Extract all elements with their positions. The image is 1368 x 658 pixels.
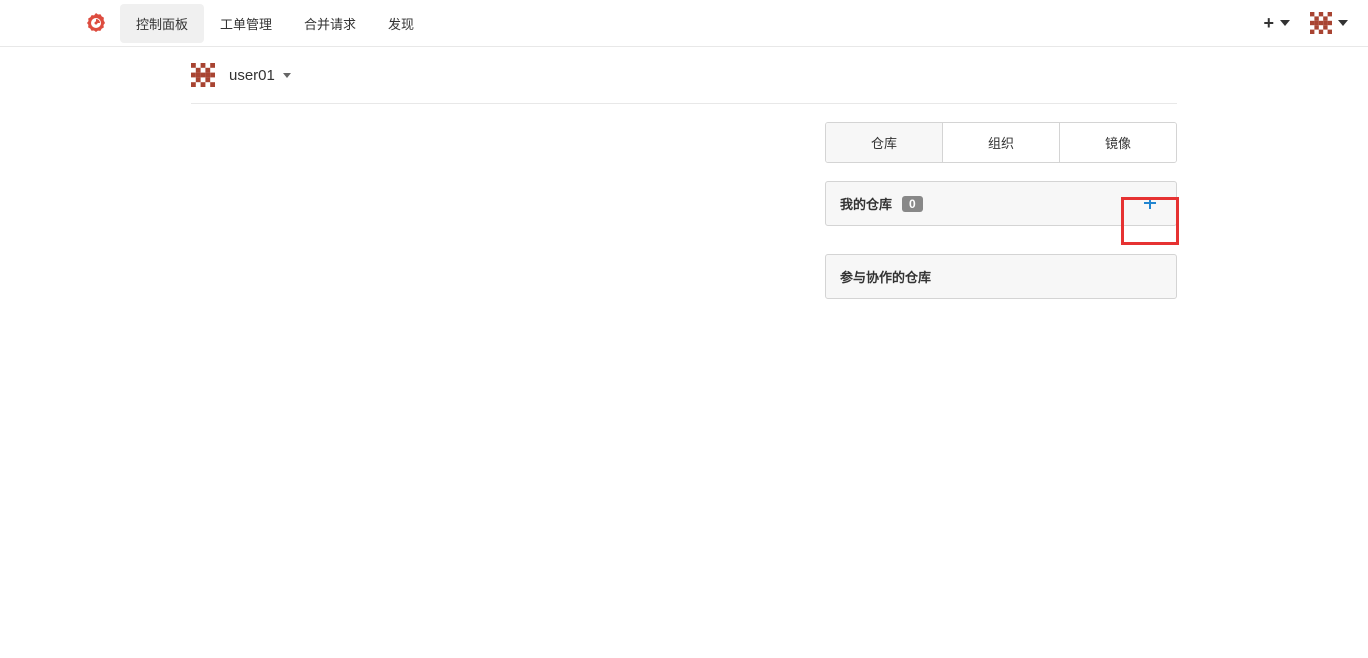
nav-pull-requests[interactable]: 合并请求	[288, 4, 372, 43]
sidebar-tabs: 仓库 组织 镜像	[825, 122, 1177, 163]
tab-mirrors[interactable]: 镜像	[1060, 123, 1176, 162]
user-header: user01	[191, 47, 1177, 104]
my-repos-panel-wrapper: 我的仓库 0	[825, 181, 1177, 226]
avatar	[1310, 12, 1332, 34]
nav-issues[interactable]: 工单管理	[204, 4, 288, 43]
new-repo-button[interactable]	[1138, 196, 1162, 212]
content-area: 仓库 组织 镜像 我的仓库 0	[191, 122, 1177, 299]
plus-icon: +	[1263, 13, 1274, 34]
nav-right: +	[1263, 12, 1348, 34]
panel-header: 参与协作的仓库	[826, 255, 1176, 298]
caret-down-icon	[1338, 20, 1348, 26]
tab-repositories[interactable]: 仓库	[826, 123, 943, 162]
panel-title-wrap: 我的仓库 0	[840, 194, 923, 213]
my-repos-panel: 我的仓库 0	[825, 181, 1177, 226]
panel-title-wrap: 参与协作的仓库	[840, 267, 931, 286]
plus-icon	[1144, 197, 1156, 209]
nav-left: 控制面板 工单管理 合并请求 发现	[84, 4, 430, 43]
collab-repos-panel: 参与协作的仓库	[825, 254, 1177, 299]
repo-count-badge: 0	[902, 196, 923, 212]
caret-down-icon	[1280, 20, 1290, 26]
panel-title: 参与协作的仓库	[840, 267, 931, 286]
left-content	[191, 122, 825, 299]
panel-title: 我的仓库	[840, 194, 892, 213]
create-dropdown[interactable]: +	[1263, 13, 1290, 34]
right-sidebar: 仓库 组织 镜像 我的仓库 0	[825, 122, 1177, 299]
identicon-icon	[191, 63, 215, 87]
app-logo[interactable]	[84, 11, 108, 35]
nav-explore[interactable]: 发现	[372, 4, 430, 43]
tab-organizations[interactable]: 组织	[943, 123, 1060, 162]
identicon-icon	[1310, 12, 1332, 34]
gear-logo-icon	[84, 11, 108, 35]
caret-down-icon	[283, 73, 291, 78]
user-avatar	[191, 63, 215, 87]
user-name: user01	[229, 67, 275, 84]
top-navigation: 控制面板 工单管理 合并请求 发现 +	[0, 0, 1368, 47]
user-menu-dropdown[interactable]	[1310, 12, 1348, 34]
user-context-switcher[interactable]: user01	[229, 67, 291, 84]
panel-header: 我的仓库 0	[826, 182, 1176, 225]
main-container: user01 仓库 组织 镜像 我的仓库 0	[191, 47, 1177, 299]
nav-dashboard[interactable]: 控制面板	[120, 4, 204, 43]
